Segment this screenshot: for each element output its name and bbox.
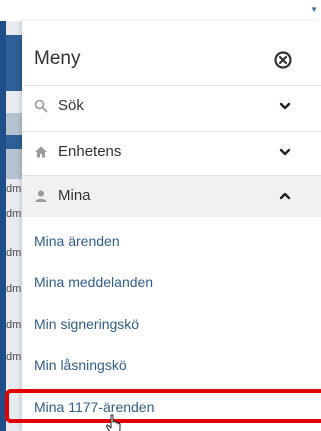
menu-section-label: Sök xyxy=(58,97,84,114)
menu-section-label: Mina xyxy=(58,187,91,204)
background-cell-text: dm xyxy=(6,283,22,295)
background-header-band xyxy=(6,135,22,149)
dropdown-arrow-icon[interactable]: ▼ xyxy=(310,5,318,14)
background-row-band xyxy=(6,149,22,179)
background-cell-text: dm xyxy=(6,208,22,220)
close-icon[interactable] xyxy=(274,51,292,69)
background-app-strip: dm dm dm dm dm dm xyxy=(0,21,22,431)
chevron-up-icon xyxy=(279,192,291,200)
menu-title: Meny xyxy=(34,48,81,69)
side-menu: Meny Sök Enhetens Mina Mina ärenden Mina… xyxy=(22,21,321,431)
chevron-down-icon xyxy=(279,102,291,110)
menu-link-min-lasningsko[interactable]: Min låsningskö xyxy=(34,357,127,373)
menu-link-mina-meddelanden[interactable]: Mina meddelanden xyxy=(34,274,153,290)
background-cell-text: dm xyxy=(6,351,22,363)
screen: ▼ dm dm dm dm dm dm Meny Sök Enhetens Mi… xyxy=(0,0,321,431)
menu-link-mina-1177-arenden[interactable]: Mina 1177-ärenden xyxy=(34,399,154,415)
user-icon xyxy=(35,190,47,202)
menu-section-label: Enhetens xyxy=(58,143,122,160)
menu-section-sok[interactable]: Sök xyxy=(22,85,321,127)
search-icon xyxy=(34,99,48,113)
background-cell-text: dm xyxy=(6,247,22,259)
menu-link-mina-arenden[interactable]: Mina ärenden xyxy=(34,233,120,249)
home-icon xyxy=(35,146,47,158)
top-bar: ▼ xyxy=(0,0,321,22)
chevron-down-icon xyxy=(279,148,291,156)
background-cell-text: dm xyxy=(6,319,22,331)
menu-section-mina[interactable]: Mina xyxy=(22,175,321,217)
background-row-band xyxy=(6,113,22,135)
background-header-band xyxy=(6,35,22,91)
menu-link-min-signeringsko[interactable]: Min signeringskö xyxy=(34,316,139,332)
background-cell-text: dm xyxy=(6,183,22,195)
menu-section-enhetens[interactable]: Enhetens xyxy=(22,131,321,173)
